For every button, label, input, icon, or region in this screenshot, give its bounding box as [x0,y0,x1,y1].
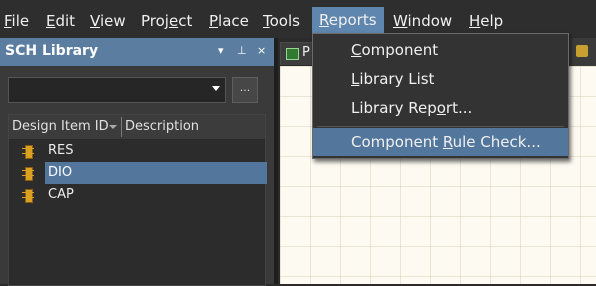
schematic-library-icon [286,48,299,60]
browse-button[interactable]: ... [232,77,258,103]
column-design-item-id[interactable]: Design Item ID [12,115,109,139]
list-header: Design Item ID Description [9,115,265,140]
document-tab-label: P [302,45,310,60]
list-item-selected[interactable]: DIO [9,162,267,184]
column-divider[interactable] [121,117,122,137]
panel-header: SCH Library ▾ ⊥ × [0,38,274,66]
item-id: DIO [45,162,267,184]
right-toolbar [568,38,596,66]
menu-item-library-list[interactable]: Library List [313,65,568,93]
menu-file[interactable]: File [4,10,29,32]
chevron-down-icon[interactable] [212,86,220,91]
sch-library-panel: SCH Library ▾ ⊥ × ... Design Item ID Des… [0,38,274,286]
item-id: RES [48,143,74,158]
sort-arrow-icon[interactable] [109,125,117,129]
toolbar-icon[interactable] [576,45,588,57]
menu-item-component-rule-check[interactable]: Component Rule Check... [313,128,568,156]
menu-view[interactable]: View [90,10,126,32]
menu-item-library-report[interactable]: Library Report... [313,94,568,122]
component-icon [22,167,34,181]
menu-tools[interactable]: Tools [263,10,300,32]
menu-item-component[interactable]: Component [313,36,568,64]
list-item[interactable]: RES [9,140,265,162]
component-icon [22,189,34,203]
menu-separator [317,126,564,127]
filter-combobox[interactable] [8,77,226,103]
menu-help[interactable]: Help [469,10,503,32]
pin-icon[interactable]: ⊥ [237,44,247,57]
menu-edit[interactable]: Edit [46,10,75,32]
close-icon[interactable]: × [257,44,266,57]
menu-project[interactable]: Project [141,10,192,32]
item-id: CAP [48,187,74,202]
menu-place[interactable]: Place [209,10,249,32]
panel-menu-icon[interactable]: ▾ [218,44,224,57]
reports-dropdown: Component Library List Library Report...… [312,33,569,159]
column-description[interactable]: Description [125,115,199,139]
component-icon [22,145,34,159]
menu-reports[interactable]: Reports [312,7,384,33]
menu-window[interactable]: Window [393,10,452,32]
component-list: Design Item ID Description RES DIO CAP [8,114,267,286]
list-item[interactable]: CAP [9,184,265,206]
panel-title: SCH Library [5,43,99,59]
panel-splitter[interactable] [274,38,278,284]
